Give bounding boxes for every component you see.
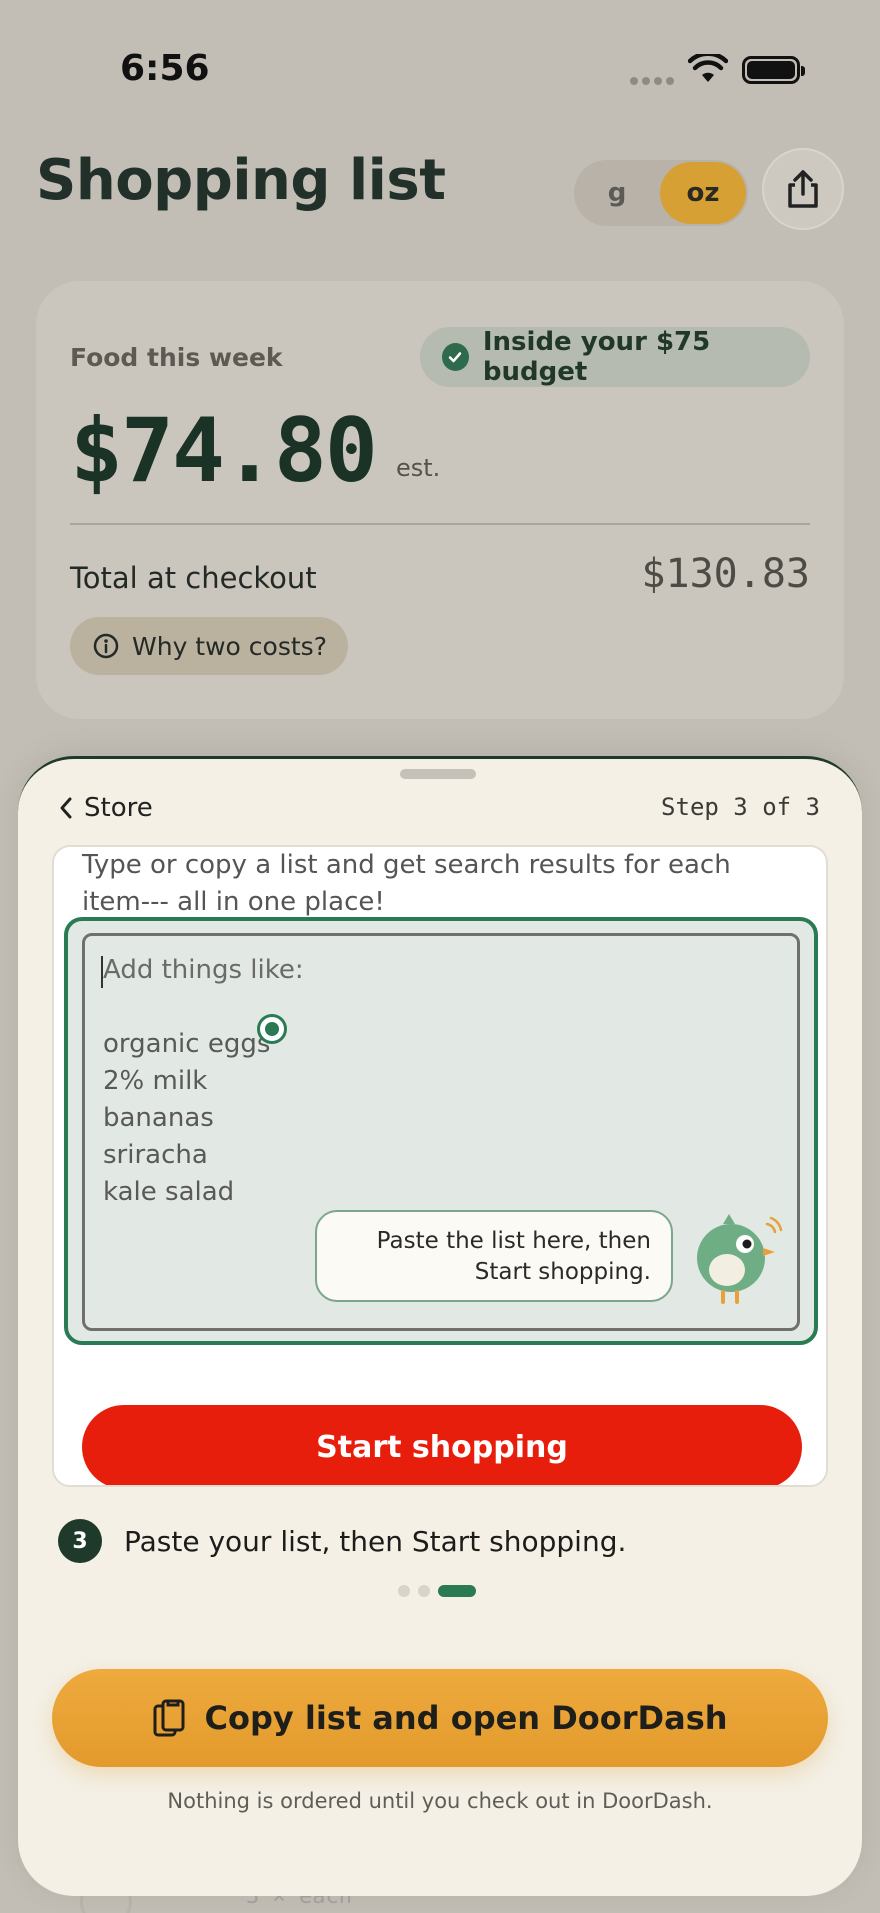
divider: [70, 523, 810, 525]
unit-option-oz[interactable]: oz: [660, 162, 746, 224]
summary-card: Food this week Inside your $75 budget $7…: [36, 281, 844, 719]
signal-icon: [630, 77, 674, 85]
info-icon: [93, 633, 119, 659]
copy-button-label: Copy list and open DoorDash: [204, 1699, 728, 1737]
checkout-amount: $130.83: [641, 551, 810, 597]
est-label: est.: [396, 454, 441, 482]
list-textarea[interactable]: Add things like: organic eggs 2% milk ba…: [82, 933, 800, 1331]
placeholder-item: bananas: [103, 1103, 214, 1133]
bird-mascot-icon: [697, 1214, 783, 1304]
share-icon: [788, 170, 818, 208]
step-number-badge: 3: [58, 1519, 102, 1563]
food-label: Food this week: [70, 343, 283, 372]
clipboard-icon: [153, 1699, 185, 1737]
back-button[interactable]: Store: [58, 793, 153, 823]
list-input-highlight: Add things like: organic eggs 2% milk ba…: [64, 917, 818, 1345]
why-two-costs-label: Why two costs?: [132, 631, 327, 661]
budget-badge-text: Inside your $75 budget: [482, 327, 711, 387]
checkout-label: Total at checkout: [70, 561, 317, 595]
placeholder-item: kale salad: [103, 1177, 235, 1207]
page-dot[interactable]: [398, 1585, 410, 1597]
battery-icon: [742, 56, 805, 84]
doordash-preview: Type or copy a list and get search resul…: [52, 845, 828, 1487]
page-title: Shopping list: [36, 148, 446, 213]
why-two-costs-button[interactable]: Why two costs?: [70, 617, 348, 675]
page-dot-active[interactable]: [438, 1585, 476, 1597]
placeholder-items: organic eggs 2% milk bananas sriracha ka…: [103, 1026, 270, 1211]
unit-toggle[interactable]: g oz: [574, 160, 748, 226]
unit-option-g[interactable]: g: [574, 162, 660, 224]
status-time: 6:56: [120, 48, 210, 89]
budget-badge: Inside your $75 budget: [420, 327, 810, 387]
preview-intro: Type or copy a list and get search resul…: [82, 850, 731, 917]
check-icon: [442, 343, 469, 371]
tap-target-indicator: [257, 1014, 287, 1044]
placeholder-item: organic eggs: [103, 1029, 271, 1059]
chevron-left-icon: [60, 797, 72, 819]
weekly-amount: $74.80: [70, 399, 378, 502]
placeholder-item: sriracha: [103, 1140, 208, 1170]
start-shopping-button: Start shopping: [82, 1405, 802, 1485]
hint-bubble: Paste the list here, then Start shopping…: [315, 1210, 673, 1302]
placeholder-item: 2% milk: [103, 1066, 208, 1096]
step-instruction: 3 Paste your list, then Start shopping.: [58, 1519, 626, 1563]
sheet-grabber[interactable]: [400, 769, 476, 779]
copy-and-open-doordash-button[interactable]: Copy list and open DoorDash: [52, 1669, 828, 1767]
footnote: Nothing is ordered until you check out i…: [167, 1789, 713, 1813]
step-indicator: Step 3 of 3: [661, 793, 820, 821]
page-indicator[interactable]: [398, 1585, 476, 1597]
step-text: Paste your list, then Start shopping.: [124, 1524, 627, 1558]
share-button[interactable]: [762, 148, 844, 230]
doordash-sheet: Store Step 3 of 3 Type or copy a list an…: [18, 756, 862, 1896]
wifi-icon: [688, 54, 728, 82]
placeholder-heading: Add things like:: [103, 955, 304, 985]
back-button-label: Store: [84, 793, 153, 823]
page-dot[interactable]: [418, 1585, 430, 1597]
